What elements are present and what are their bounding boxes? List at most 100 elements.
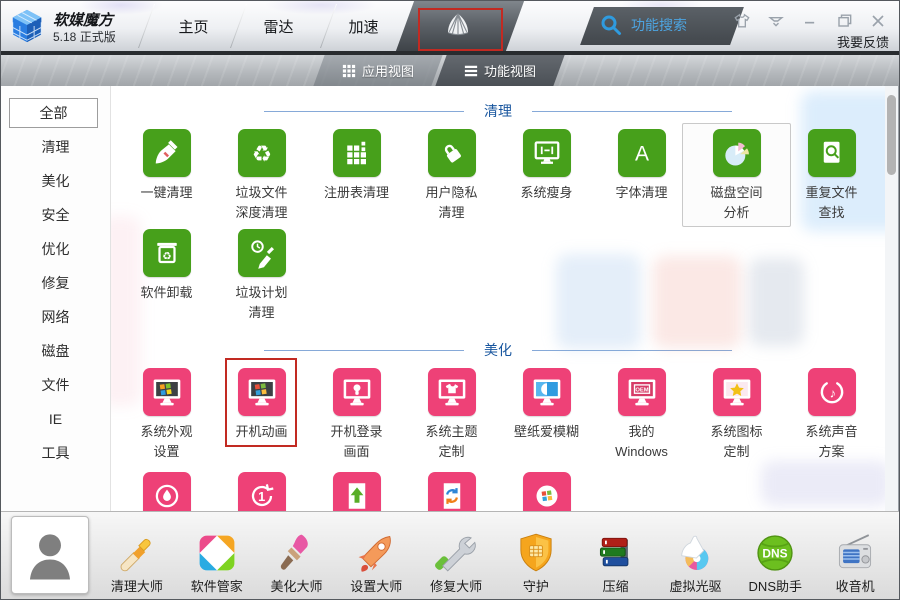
feature-tile[interactable]: 系统图标 定制 — [689, 368, 784, 462]
sidebar-item-4[interactable]: 优化 — [1, 232, 110, 266]
upgrade-icon — [333, 472, 381, 511]
menu-chevron-icon[interactable] — [765, 11, 787, 31]
minimize-icon[interactable] — [799, 11, 821, 31]
section-divider-line — [264, 350, 464, 351]
dock-item-label: 虚拟光驱 — [669, 576, 721, 595]
dock-item-label: 美化大师 — [270, 576, 322, 595]
feature-tile-label: 垃圾文件 深度清理 — [235, 183, 287, 223]
app-dock: 清理大师软件管家美化大师设置大师修复大师守护压缩虚拟光驱 DNSDNS助手收音机 — [1, 511, 900, 600]
sidebar-item-8[interactable]: 文件 — [1, 368, 110, 402]
search-icon — [599, 13, 623, 37]
sidebar-item-3[interactable]: 安全 — [1, 198, 110, 232]
svg-text:♪: ♪ — [829, 385, 835, 400]
svg-text:A: A — [634, 143, 648, 166]
scrollbar-thumb[interactable] — [887, 95, 896, 175]
uninstall-icon: ♻ — [143, 229, 191, 277]
user-avatar[interactable] — [11, 516, 89, 594]
feature-tile[interactable]: 磁盘空间 分析 — [682, 123, 791, 227]
monitor-star-icon — [713, 368, 761, 416]
nav-item-0[interactable]: 主页 — [151, 1, 236, 51]
feature-tile-label: 垃圾计划 清理 — [235, 283, 287, 323]
sidebar-item-6[interactable]: 网络 — [1, 300, 110, 334]
feature-tile[interactable] — [119, 472, 214, 511]
sidebar-item-10[interactable]: 工具 — [1, 436, 110, 470]
feature-tile[interactable]: ♪ 系统声音 方案 — [784, 368, 879, 462]
feature-tile[interactable]: A字体清理 — [594, 129, 689, 227]
feature-tile[interactable]: 注册表清理 — [309, 129, 404, 227]
feature-tile-label: 系统声音 方案 — [805, 422, 857, 462]
dock-item-5[interactable]: 守护 — [496, 514, 576, 598]
feature-tile[interactable]: 开机登录 画面 — [309, 368, 404, 462]
dock-item-8[interactable]: DNSDNS助手 — [735, 514, 815, 598]
gem-icon — [443, 10, 473, 40]
close-icon[interactable] — [867, 11, 889, 31]
feature-tile[interactable]: 一键清理 — [119, 129, 214, 227]
feature-tile-label: 一键清理 — [140, 183, 192, 203]
feature-tile[interactable]: 垃圾计划 清理 — [214, 229, 309, 323]
feature-tile[interactable]: 壁纸爱模糊 — [499, 368, 594, 462]
feature-tile[interactable] — [404, 472, 499, 511]
dock-item-9[interactable]: 收音机 — [815, 514, 895, 598]
dock-item-label: 收音机 — [836, 576, 875, 595]
feature-tile-label: 注册表清理 — [324, 183, 389, 203]
sidebar-item-7[interactable]: 磁盘 — [1, 334, 110, 368]
feature-tile-label: 我的 Windows — [615, 422, 668, 462]
registry-icon — [339, 135, 375, 171]
feature-tile[interactable]: 系统外观 设置 — [119, 368, 214, 462]
feature-tile[interactable]: 重复文件 查找 — [784, 129, 879, 227]
maximize-icon[interactable] — [833, 11, 855, 31]
beautify-master-icon — [274, 531, 318, 575]
feature-tile[interactable]: 系统主题 定制 — [404, 368, 499, 462]
feature-tile[interactable] — [499, 472, 594, 511]
sidebar-item-0[interactable]: 全部 — [9, 98, 98, 128]
feature-tile-label: 磁盘空间 分析 — [710, 183, 762, 223]
drop-icon — [149, 478, 185, 511]
dock-item-6[interactable]: 压缩 — [576, 514, 656, 598]
category-sidebar: 全部清理美化安全优化修复网络磁盘文件IE工具 — [1, 86, 111, 511]
sidebar-item-2[interactable]: 美化 — [1, 164, 110, 198]
section-header: 美化 — [111, 340, 885, 360]
sidebar-item-9[interactable]: IE — [1, 402, 110, 436]
file-search-icon — [808, 129, 856, 177]
feature-grid-partial: 1 — [111, 464, 885, 511]
feature-tile-label: 系统瘦身 — [520, 183, 572, 203]
nav-item-1[interactable]: 雷达 — [236, 1, 321, 51]
upgrade-icon — [339, 478, 375, 511]
pie-chart-icon — [717, 133, 757, 173]
sidebar-item-5[interactable]: 修复 — [1, 266, 110, 300]
tab-app-view[interactable]: 应用视图 — [313, 55, 442, 86]
pie-chart-icon — [713, 129, 761, 177]
feature-tile[interactable]: 1 — [214, 472, 309, 511]
feature-tile[interactable]: 系统瘦身 — [499, 129, 594, 227]
feature-tile[interactable]: 用户隐私 清理 — [404, 129, 499, 227]
scrollbar-track[interactable] — [885, 86, 898, 511]
nav-item-2[interactable]: 加速 — [321, 1, 406, 51]
dock-item-3[interactable]: 设置大师 — [336, 514, 416, 598]
dock-item-0[interactable]: 清理大师 — [97, 514, 177, 598]
feature-tile[interactable]: 开机动画 — [214, 368, 309, 462]
sidebar-item-1[interactable]: 清理 — [1, 130, 110, 164]
feedback-link[interactable]: 我要反馈 — [837, 32, 889, 51]
monitor-oem-icon: OEM — [622, 372, 662, 412]
tab-label: 应用视图 — [362, 61, 414, 80]
monitor-wallpaper-icon — [527, 372, 567, 412]
feature-grid: 一键清理♻垃圾文件 深度清理注册表清理用户隐私 清理系统瘦身A字体清理磁盘空间 … — [111, 121, 885, 325]
tab-function-view[interactable]: 功能视图 — [435, 55, 564, 86]
feature-tile[interactable] — [309, 472, 404, 511]
svg-text:OEM: OEM — [635, 388, 648, 394]
feature-tile[interactable]: ♻软件卸载 — [119, 229, 214, 323]
dock-item-7[interactable]: 虚拟光驱 — [656, 514, 736, 598]
dock-item-2[interactable]: 美化大师 — [257, 514, 337, 598]
restore-one-icon: 1 — [244, 478, 280, 511]
schedule-clean-icon — [238, 229, 286, 277]
svg-text:♻: ♻ — [162, 250, 171, 262]
registry-icon — [333, 129, 381, 177]
skin-shirt-icon[interactable] — [731, 11, 753, 31]
function-search[interactable]: 功能搜索 — [599, 13, 687, 37]
feature-tile[interactable]: OEM 我的 Windows — [594, 368, 689, 462]
feature-tile-label: 壁纸爱模糊 — [514, 422, 579, 442]
dock-item-4[interactable]: 修复大师 — [416, 514, 496, 598]
archive-books-icon — [594, 531, 638, 575]
feature-tile[interactable]: ♻垃圾文件 深度清理 — [214, 129, 309, 227]
dock-item-1[interactable]: 软件管家 — [177, 514, 257, 598]
